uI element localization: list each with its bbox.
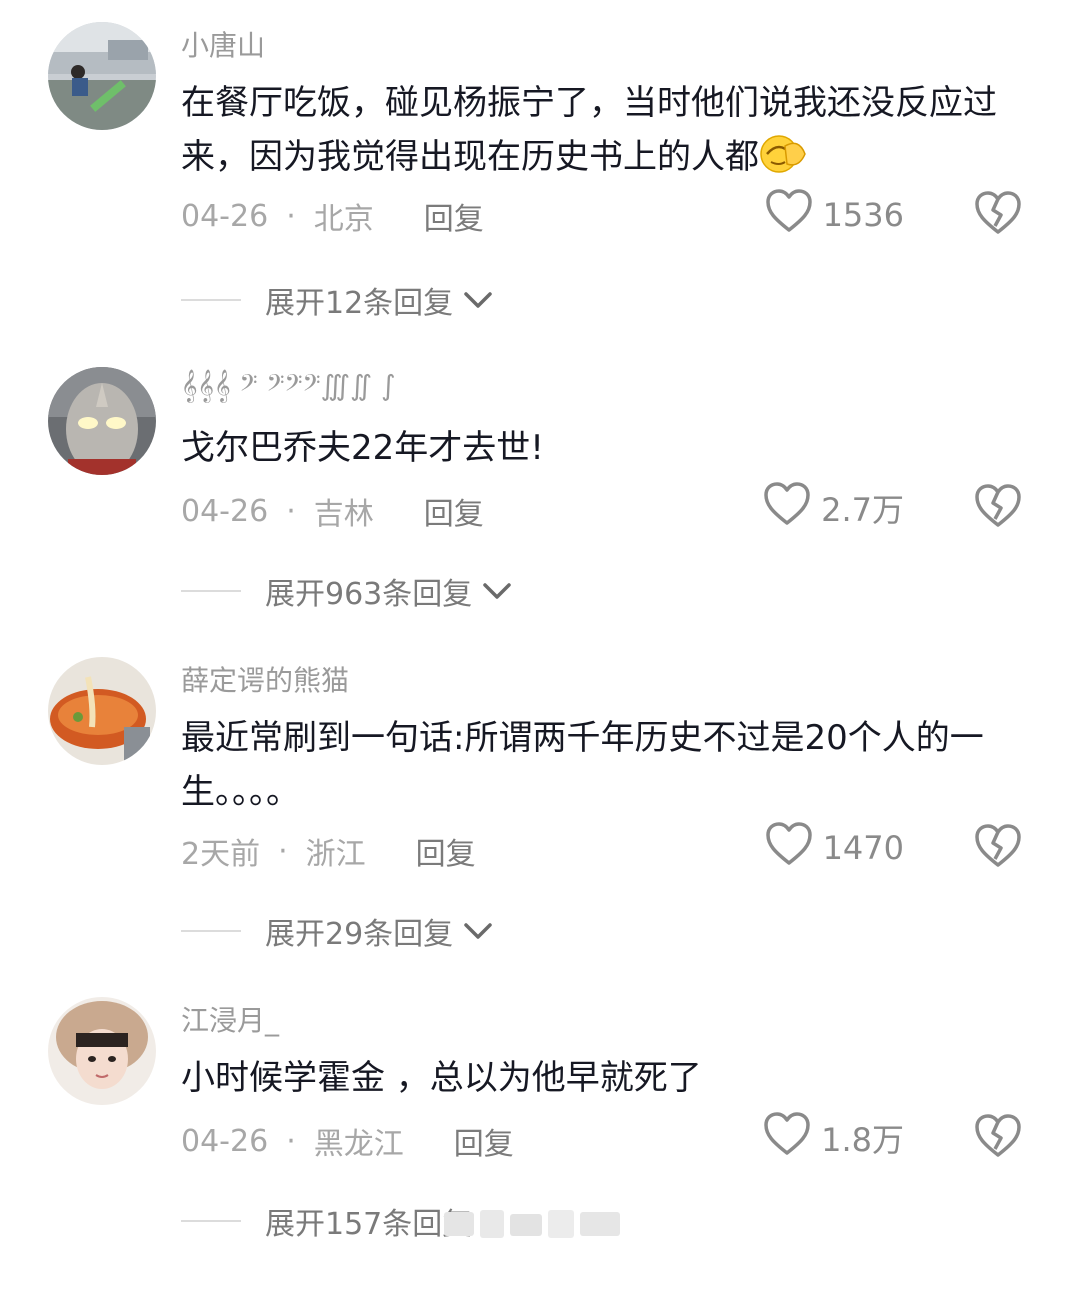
avatar[interactable] (48, 22, 156, 130)
avatar[interactable] (48, 657, 156, 765)
divider (181, 590, 241, 592)
separator-dot: · (286, 198, 296, 234)
like-count: 2.7万 (821, 491, 904, 529)
separator-dot: · (286, 1123, 296, 1159)
watermark (440, 1204, 630, 1244)
heart-outline-icon (763, 481, 811, 535)
reply-button[interactable]: 回复 (454, 1119, 514, 1163)
like-count: 1.8万 (821, 1121, 904, 1159)
expand-replies-button[interactable]: 展开963条回复 (181, 569, 512, 613)
separator-dot: · (286, 493, 296, 529)
reply-button[interactable]: 回复 (424, 489, 484, 533)
comment-date: 2天前 (181, 837, 261, 872)
dislike-button[interactable] (973, 1113, 1023, 1159)
expand-replies-button[interactable]: 展开157条回复 (181, 1199, 472, 1243)
broken-heart-icon (975, 1114, 1021, 1157)
divider (181, 930, 241, 932)
username[interactable]: 薛定谔的熊猫 (181, 659, 349, 699)
comment-item: 江浸月_ 小时候学霍金 ，总以为他早就死了 04-26 · 黑龙江 回复 1.8… (0, 975, 1080, 1305)
comment-item: 薛定谔的熊猫 最近常刷到一句话:所谓两千年历史不过是20个人的一生。。。。 2天… (0, 635, 1080, 965)
comment-meta: 04-26 · 北京 回复 (181, 194, 484, 238)
dislike-button[interactable] (973, 823, 1023, 869)
separator-dot: · (278, 833, 288, 869)
heart-outline-icon (765, 821, 813, 875)
comment-location: 浙江 (305, 837, 366, 872)
comment-item: 小唐山 在餐厅吃饭，碰见杨振宁了，当时他们说我还没反应过来，因为我觉得出现在历史… (0, 0, 1080, 330)
comment-date: 04-26 (181, 198, 269, 234)
like-count: 1470 (822, 829, 904, 867)
like-button[interactable]: 2.7万 (763, 481, 904, 535)
chevron-down-icon (482, 574, 512, 609)
comment-date: 04-26 (181, 1123, 269, 1159)
dislike-button[interactable] (973, 190, 1023, 236)
expand-replies-label: 展开963条回复 (265, 577, 473, 612)
like-button[interactable]: 1.8万 (763, 1111, 904, 1165)
divider (181, 1220, 241, 1222)
expand-replies-button[interactable]: 展开12条回复 (181, 278, 493, 322)
username[interactable]: 小唐山 (181, 24, 265, 64)
chevron-down-icon (463, 283, 493, 318)
username[interactable]: 江浸月_ (181, 999, 279, 1039)
broken-heart-icon (975, 824, 1021, 867)
reply-button[interactable]: 回复 (424, 194, 484, 238)
heart-outline-icon (763, 1111, 811, 1165)
expand-replies-button[interactable]: 展开29条回复 (181, 909, 493, 953)
comment-location: 黑龙江 (313, 1127, 404, 1162)
dislike-button[interactable] (973, 483, 1023, 529)
comment-text: 戈尔巴乔夫22年才去世! (181, 428, 544, 468)
comment-meta: 04-26 · 吉林 回复 (181, 489, 484, 533)
comment-text: 在餐厅吃饭，碰见杨振宁了，当时他们说我还没反应过来，因为我觉得出现在历史书上的人… (181, 76, 1031, 190)
like-button[interactable]: 1536 (765, 188, 904, 242)
divider (181, 299, 241, 301)
comment-date: 04-26 (181, 493, 269, 529)
comment-text: 小时候学霍金 ，总以为他早就死了 (181, 1058, 702, 1098)
comment-item: 𝄞𝄞𝄞 𝄢 𝄢𝄢𝄢∭∬ ∫ 戈尔巴乔夫22年才去世! 04-26 · 吉林 回复… (0, 345, 1080, 675)
like-button[interactable]: 1470 (765, 821, 904, 875)
reply-button[interactable]: 回复 (416, 829, 476, 873)
comment-meta: 2天前 · 浙江 回复 (181, 829, 476, 873)
username[interactable]: 𝄞𝄞𝄞 𝄢 𝄢𝄢𝄢∭∬ ∫ (181, 369, 396, 403)
comment-location: 北京 (313, 202, 374, 237)
heart-outline-icon (765, 188, 813, 242)
expand-replies-label: 展开29条回复 (265, 917, 454, 952)
comment-text: 最近常刷到一句话:所谓两千年历史不过是20个人的一生。。。。 (181, 718, 984, 812)
broken-heart-icon (975, 484, 1021, 527)
chevron-down-icon (463, 914, 493, 949)
comment-meta: 04-26 · 黑龙江 回复 (181, 1119, 514, 1163)
comment-location: 吉林 (313, 497, 374, 532)
broken-heart-icon (975, 191, 1021, 234)
avatar[interactable] (48, 367, 156, 475)
expand-replies-label: 展开12条回复 (265, 286, 454, 321)
avatar[interactable] (48, 997, 156, 1105)
face-with-hand-over-eyes-icon (759, 132, 809, 190)
like-count: 1536 (822, 196, 904, 234)
